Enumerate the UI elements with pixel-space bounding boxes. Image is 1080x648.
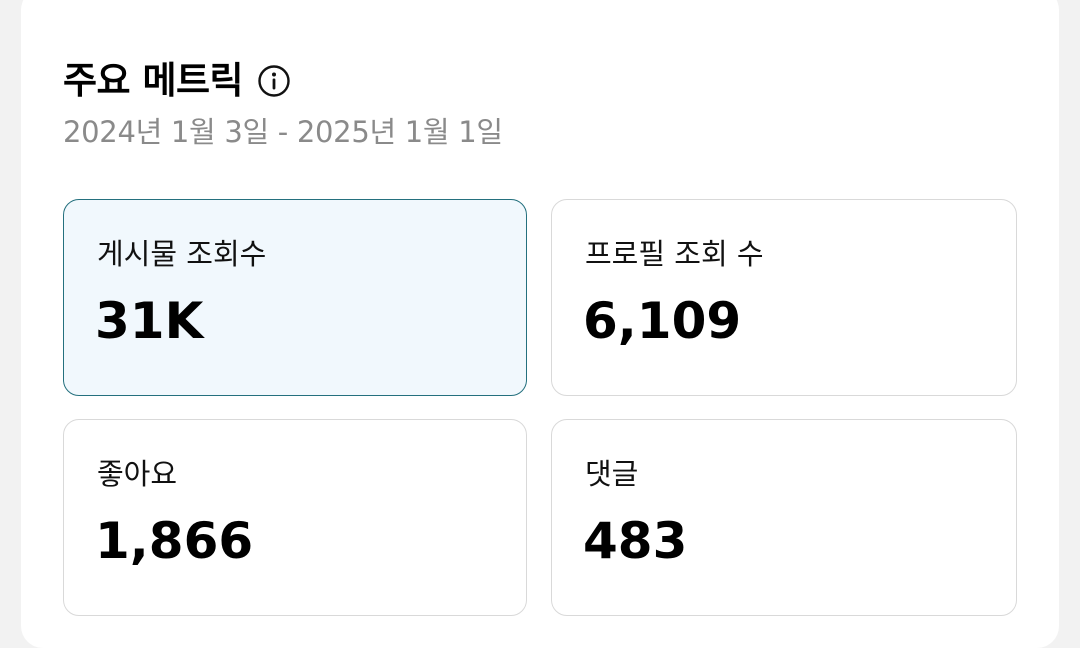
metric-card-likes[interactable]: 좋아요 1,866: [63, 419, 527, 616]
metric-value: 1,866: [95, 512, 254, 570]
page-title: 주요 메트릭: [63, 59, 244, 102]
metric-label: 댓글: [585, 457, 639, 491]
date-range: 2024년 1월 3일 - 2025년 1월 1일: [63, 115, 503, 149]
metric-label: 좋아요: [97, 457, 178, 491]
info-icon[interactable]: [257, 64, 291, 98]
metric-value: 483: [583, 512, 688, 570]
metric-label: 프로필 조회 수: [585, 237, 764, 271]
metric-card-post-views[interactable]: 게시물 조회수 31K: [63, 199, 527, 396]
metric-card-comments[interactable]: 댓글 483: [551, 419, 1017, 616]
metrics-header: 주요 메트릭: [63, 56, 291, 106]
metric-label: 게시물 조회수: [97, 237, 267, 271]
metric-value: 6,109: [583, 292, 742, 350]
metric-card-profile-views[interactable]: 프로필 조회 수 6,109: [551, 199, 1017, 396]
metric-value: 31K: [95, 292, 204, 350]
